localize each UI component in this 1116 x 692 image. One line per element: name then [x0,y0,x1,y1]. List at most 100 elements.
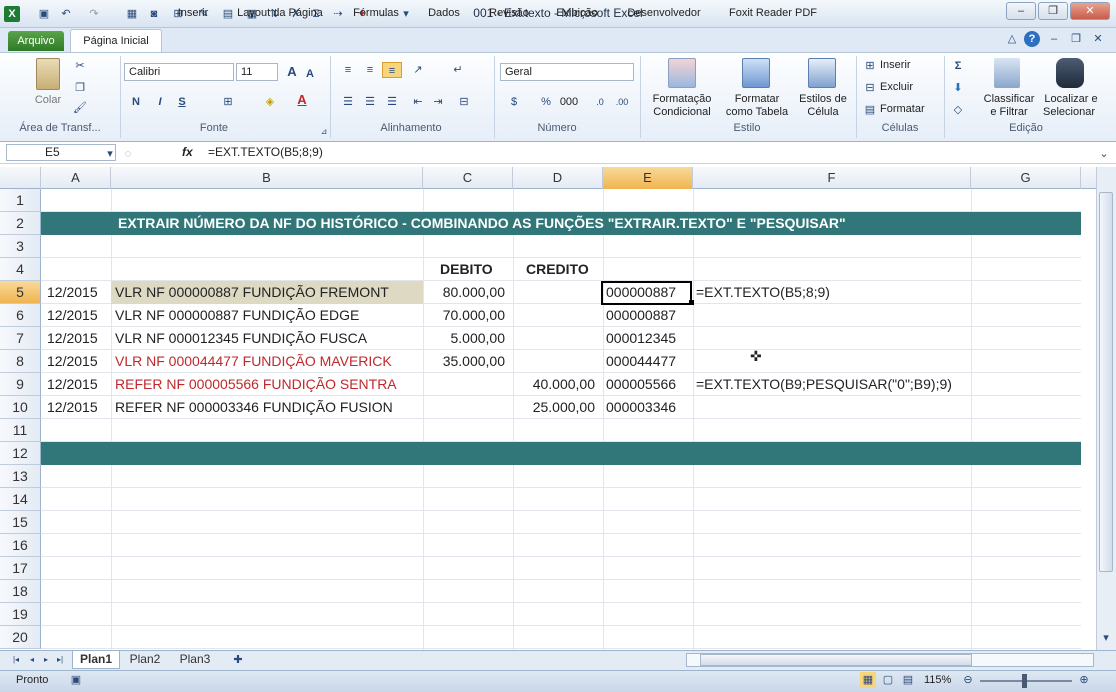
row-header[interactable]: 13 [0,465,41,488]
row-header[interactable]: 10 [0,396,41,419]
grow-font-icon[interactable]: A [284,64,300,80]
orientation-icon[interactable]: ↗ [410,62,426,78]
workbook-close-icon[interactable]: ✕ [1090,31,1106,47]
horizontal-scroll-thumb[interactable] [700,654,972,666]
cell-c[interactable] [423,396,505,419]
conditional-format-line2[interactable]: Condicional [644,106,720,118]
format-cells-button[interactable]: Formatar [880,103,930,115]
column-header-a[interactable]: A [41,167,111,189]
formula-input[interactable]: =EXT.TEXTO(B5;8;9) [208,145,323,159]
row-header[interactable]: 17 [0,557,41,580]
tab-foxit[interactable]: Foxit Reader PDF [722,5,824,23]
cell-e[interactable]: 000000887 [606,304,676,327]
currency-icon[interactable]: $ [506,94,522,110]
format-as-table-line1[interactable]: Formatar [718,93,796,105]
align-top-icon[interactable]: ≡ [340,62,356,78]
sort-filter-line1[interactable]: Classificar [980,93,1038,105]
find-select-line2[interactable]: Selecionar [1036,106,1102,118]
row-header[interactable]: 18 [0,580,41,603]
workbook-minimize-icon[interactable]: – [1046,31,1062,47]
conditional-format-icon[interactable] [668,58,696,88]
percent-button[interactable]: % [538,94,554,110]
cell-c[interactable] [423,373,505,396]
fill-icon[interactable]: ⬇ [950,80,966,96]
formula-bar-resize-icon[interactable]: ◌ [120,146,136,162]
cell-d[interactable] [513,304,595,327]
wrap-text-icon[interactable]: ↵ [450,62,466,78]
cell-e[interactable]: 000044477 [606,350,676,373]
bold-button[interactable]: N [128,94,144,110]
column-header-b[interactable]: B [111,167,423,189]
row-header[interactable]: 5 [0,281,41,304]
clear-eraser-icon[interactable]: ◇ [950,102,966,118]
tab-exibicao[interactable]: Exibição [546,5,608,23]
cell-styles-line1[interactable]: Estilos de [794,93,852,105]
new-sheet-icon[interactable]: ✚ [230,652,246,668]
row-header[interactable]: 19 [0,603,41,626]
cell-c[interactable]: 35.000,00 [423,350,505,373]
sort-filter-icon[interactable] [994,58,1020,88]
decrease-decimal-icon[interactable]: .00 [614,94,630,110]
column-header-f[interactable]: F [693,167,971,189]
sheet-tab-plan2[interactable]: Plan2 [122,651,168,669]
insert-cells-icon[interactable]: ⊞ [862,58,878,74]
minimize-button[interactable]: – [1006,2,1036,20]
font-size-select[interactable]: 11 [236,63,278,81]
column-header-g[interactable]: G [971,167,1081,189]
zoom-slider-thumb[interactable] [1022,674,1027,688]
cell-c[interactable]: 70.000,00 [423,304,505,327]
cell-c[interactable]: 5.000,00 [423,327,506,350]
row-header[interactable]: 16 [0,534,41,557]
cell-c[interactable]: 80.000,00 [423,281,505,304]
tab-formulas[interactable]: Fórmulas [342,5,410,23]
fill-color-icon[interactable]: ◈ [262,94,278,110]
number-format-select[interactable]: Geral [500,63,634,81]
cell-b[interactable]: REFER NF 000003346 FUNDIÇÃO FUSION [115,396,393,419]
sheet-tab-plan1[interactable]: Plan1 [72,651,120,669]
cell-b[interactable]: REFER NF 000005566 FUNDIÇÃO SENTRA [115,373,397,396]
font-color-icon[interactable]: A [294,92,310,108]
font-name-select[interactable]: Calibri [124,63,234,81]
name-box[interactable]: E5 [6,144,116,161]
format-cells-icon[interactable]: ▤ [862,102,878,118]
align-bottom-icon[interactable]: ≡ [382,62,402,78]
name-box-dropdown-icon[interactable]: ▾ [102,146,118,162]
align-right-icon[interactable]: ☰ [384,94,400,110]
column-header-c[interactable]: C [423,167,513,189]
align-middle-icon[interactable]: ≡ [362,62,378,78]
cell-b[interactable]: VLR NF 000000887 FUNDIÇÃO EDGE [115,304,359,327]
header-debito[interactable]: DEBITO [440,258,493,281]
active-cell-border[interactable] [601,281,692,305]
tab-inserir[interactable]: Inserir [168,5,218,23]
row-header[interactable]: 14 [0,488,41,511]
cell-d[interactable] [513,327,595,350]
page-layout-view-icon[interactable]: ▢ [880,672,896,688]
cell-f[interactable]: =EXT.TEXTO(B5;8;9) [696,281,830,304]
vertical-scroll-thumb[interactable] [1099,192,1113,572]
row-header[interactable]: 20 [0,626,41,649]
decrease-indent-icon[interactable]: ⇤ [410,94,426,110]
tab-pagina-inicial[interactable]: Página Inicial [70,29,162,53]
tab-arquivo[interactable]: Arquivo [8,31,64,51]
copy-icon[interactable]: ❐ [72,80,88,96]
cell-a[interactable]: 12/2015 [47,350,98,373]
align-center-icon[interactable]: ☰ [362,94,378,110]
scroll-down-icon[interactable]: ▾ [1098,630,1114,646]
normal-view-icon[interactable]: ▦ [860,672,876,688]
last-sheet-icon[interactable]: ▸| [52,652,68,668]
italic-button[interactable]: I [152,94,168,110]
header-credito[interactable]: CREDITO [526,258,589,281]
help-icon[interactable]: ? [1024,31,1040,47]
close-button[interactable]: ✕ [1070,2,1110,20]
row-header[interactable]: 6 [0,304,41,327]
sheet-tab-plan3[interactable]: Plan3 [172,651,218,669]
tab-revisao[interactable]: Revisão [480,5,538,23]
cell-a[interactable]: 12/2015 [47,281,98,304]
cell-f[interactable]: =EXT.TEXTO(B9;PESQUISAR("0";B9);9) [696,373,952,396]
paste-button[interactable]: Colar [28,94,68,106]
insert-function-button[interactable]: fx [182,145,193,159]
cell-a[interactable]: 12/2015 [47,304,98,327]
tab-desenvolvedor[interactable]: Desenvolvedor [618,5,710,23]
row-header[interactable]: 11 [0,419,41,442]
underline-button[interactable]: S [174,94,190,110]
